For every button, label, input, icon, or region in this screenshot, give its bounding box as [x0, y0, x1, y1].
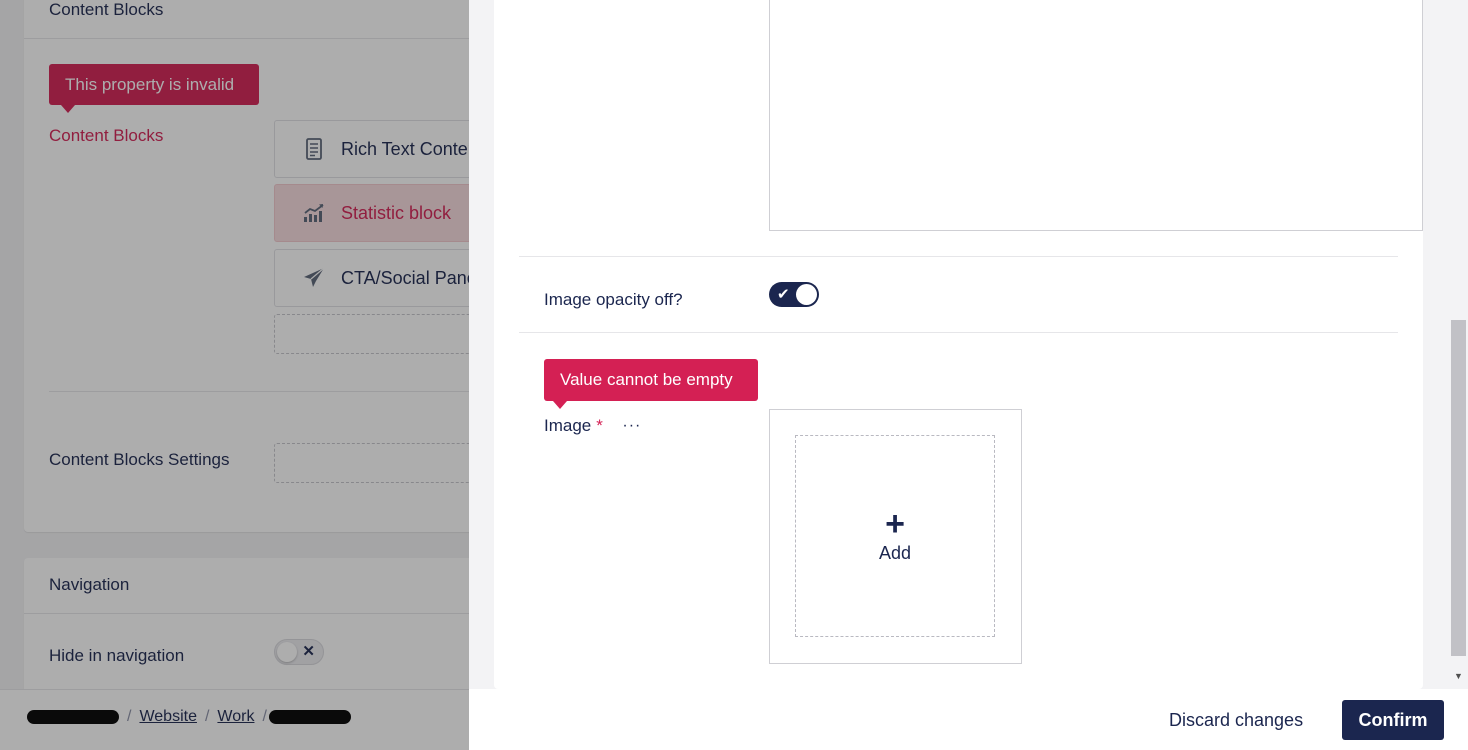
property-divider [519, 256, 1398, 257]
confirm-button[interactable]: Confirm [1342, 700, 1444, 740]
dialog-scrollbar-thumb[interactable] [1451, 320, 1466, 656]
text-area-field[interactable] [769, 0, 1423, 231]
image-opacity-label: Image opacity off? [544, 290, 683, 309]
image-opacity-toggle[interactable]: ✔ [769, 282, 819, 307]
more-actions-icon[interactable]: ··· [617, 416, 647, 436]
plus-icon: + [885, 504, 905, 543]
image-property-label: Image * ··· [544, 416, 647, 436]
add-image-label: Add [878, 542, 912, 563]
image-media-picker: + Add [769, 409, 1022, 664]
block-editor-dialog: Image opacity off? ✔ Value cannot be emp… [469, 0, 1468, 750]
modal-backdrop[interactable] [0, 0, 469, 750]
property-divider [519, 332, 1398, 333]
value-empty-tooltip: Value cannot be empty [544, 359, 758, 409]
required-mark: * [596, 416, 603, 435]
dialog-footer: Discard changes Confirm [469, 689, 1468, 750]
add-image-button[interactable]: + Add [795, 435, 995, 637]
dialog-content-panel: Image opacity off? ✔ Value cannot be emp… [494, 0, 1423, 689]
scroll-down-arrow-icon[interactable]: ▼ [1450, 668, 1467, 685]
discard-changes-button[interactable]: Discard changes [1169, 707, 1303, 733]
toggle-knob [796, 284, 817, 305]
image-label-text: Image [544, 416, 592, 435]
check-icon: ✔ [777, 286, 790, 303]
